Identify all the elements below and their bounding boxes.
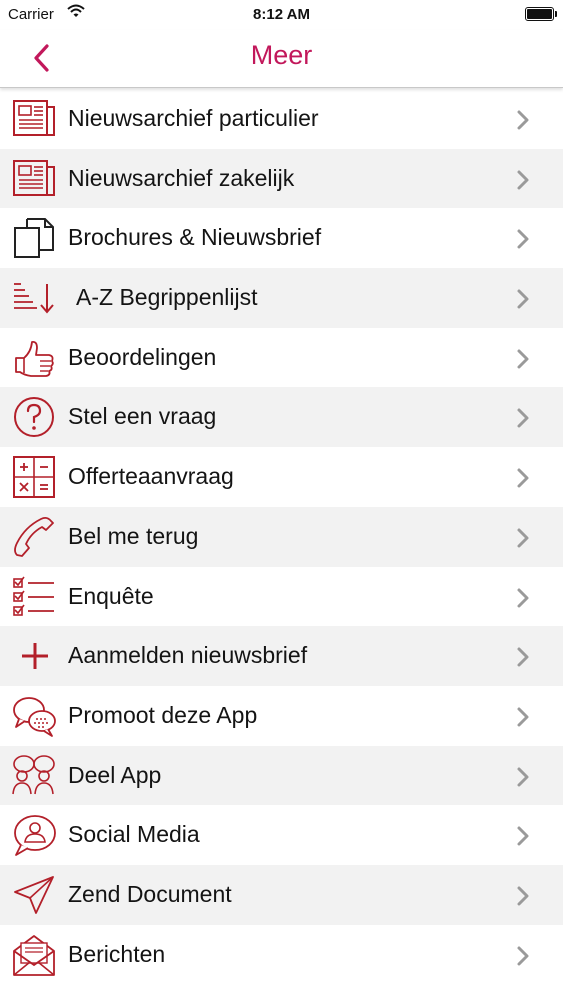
list-item-offerteaanvraag[interactable]: Offerteaanvraag [0, 447, 563, 507]
list-item-enquete[interactable]: Enquête [0, 567, 563, 627]
list-item-label: Beoordelingen [68, 343, 217, 370]
chevron-right-icon [517, 170, 529, 190]
chevron-right-icon [517, 110, 529, 130]
page-title: Meer [250, 40, 313, 70]
list-item-label: Deel App [68, 761, 162, 788]
plus-icon [22, 643, 48, 670]
list-item-social-media[interactable]: Social Media [0, 805, 563, 865]
chevron-right-icon [517, 707, 529, 727]
list-item-label: Aanmelden nieuwsbrief [68, 642, 308, 669]
chevron-right-icon [517, 946, 529, 966]
chevron-right-icon [517, 767, 529, 787]
thumbs-up-icon [15, 340, 54, 377]
list-item-label: Brochures & Nieuwsbrief [68, 224, 322, 251]
question-icon [14, 397, 54, 438]
list-item-begrippenlijst[interactable]: A-Z Begrippenlijst [0, 268, 563, 328]
list-item-promoot-deze-app[interactable]: Promoot deze App [0, 686, 563, 746]
envelope-icon [13, 934, 55, 976]
user-bubble-icon [14, 815, 56, 857]
list-item-bel-me-terug[interactable]: Bel me terug [0, 506, 563, 567]
list-item-nieuwsarchief-particulier[interactable]: Nieuwsarchief particulier [0, 89, 563, 149]
documents-icon [14, 218, 54, 259]
list-item-label: Nieuwsarchief zakelijk [68, 164, 295, 191]
list-item-deel-app[interactable]: Deel App [0, 745, 563, 806]
checklist-icon [13, 576, 54, 616]
chevron-right-icon [517, 826, 529, 846]
chevron-right-icon [517, 886, 529, 906]
people-icon [12, 754, 55, 794]
sort-list-icon [14, 283, 54, 314]
speech-bubbles-icon [13, 696, 56, 737]
chevron-right-icon [517, 229, 529, 249]
newspaper-icon [13, 159, 55, 196]
list-item-label: Stel een vraag [68, 403, 217, 430]
newspaper-icon [13, 100, 55, 136]
list-item-label: Promoot deze App [68, 701, 258, 728]
list-item-beoordelingen[interactable]: Beoordelingen [0, 328, 563, 388]
chevron-right-icon [517, 408, 529, 428]
list-item-zend-document[interactable]: Zend Document [0, 864, 563, 925]
chevron-right-icon [517, 349, 529, 369]
list-item-label: Offerteaanvraag [68, 463, 234, 490]
navigation-bar: Meer [0, 30, 563, 88]
chevron-right-icon [517, 468, 529, 488]
chevron-right-icon [517, 289, 529, 309]
list-item-berichten[interactable]: Berichten [0, 925, 563, 985]
chevron-right-icon [517, 588, 529, 607]
list-item-label: Enquête [68, 582, 154, 609]
calculator-icon [13, 456, 55, 499]
list-item-aanmelden-nieuwsbrief[interactable]: Aanmelden nieuwsbrief [0, 626, 563, 686]
status-bar: Carrier 8:12 AM [0, 0, 563, 30]
list-item-brochures[interactable]: Brochures & Nieuwsbrief [0, 208, 563, 268]
list-item-label: Nieuwsarchief particulier [68, 105, 319, 131]
battery-icon [525, 7, 557, 21]
chevron-right-icon [517, 647, 529, 667]
list-item-nieuwsarchief-zakelijk[interactable]: Nieuwsarchief zakelijk [0, 148, 563, 209]
list-item-label: Zend Document [68, 880, 232, 907]
list-item-stel-een-vraag[interactable]: Stel een vraag [0, 387, 563, 448]
chevron-right-icon [517, 528, 529, 548]
phone-icon [14, 516, 54, 557]
list-item-label: Bel me terug [68, 522, 199, 549]
list-item-label: Social Media [68, 821, 200, 848]
send-icon [14, 876, 54, 914]
status-time: 8:12 AM [253, 6, 310, 23]
list-item-label: Berichten [68, 940, 166, 967]
menu-list: Nieuwsarchief particulier Nieuwsarchief … [0, 89, 563, 984]
list-item-label: A-Z Begrippenlijst [76, 284, 258, 311]
